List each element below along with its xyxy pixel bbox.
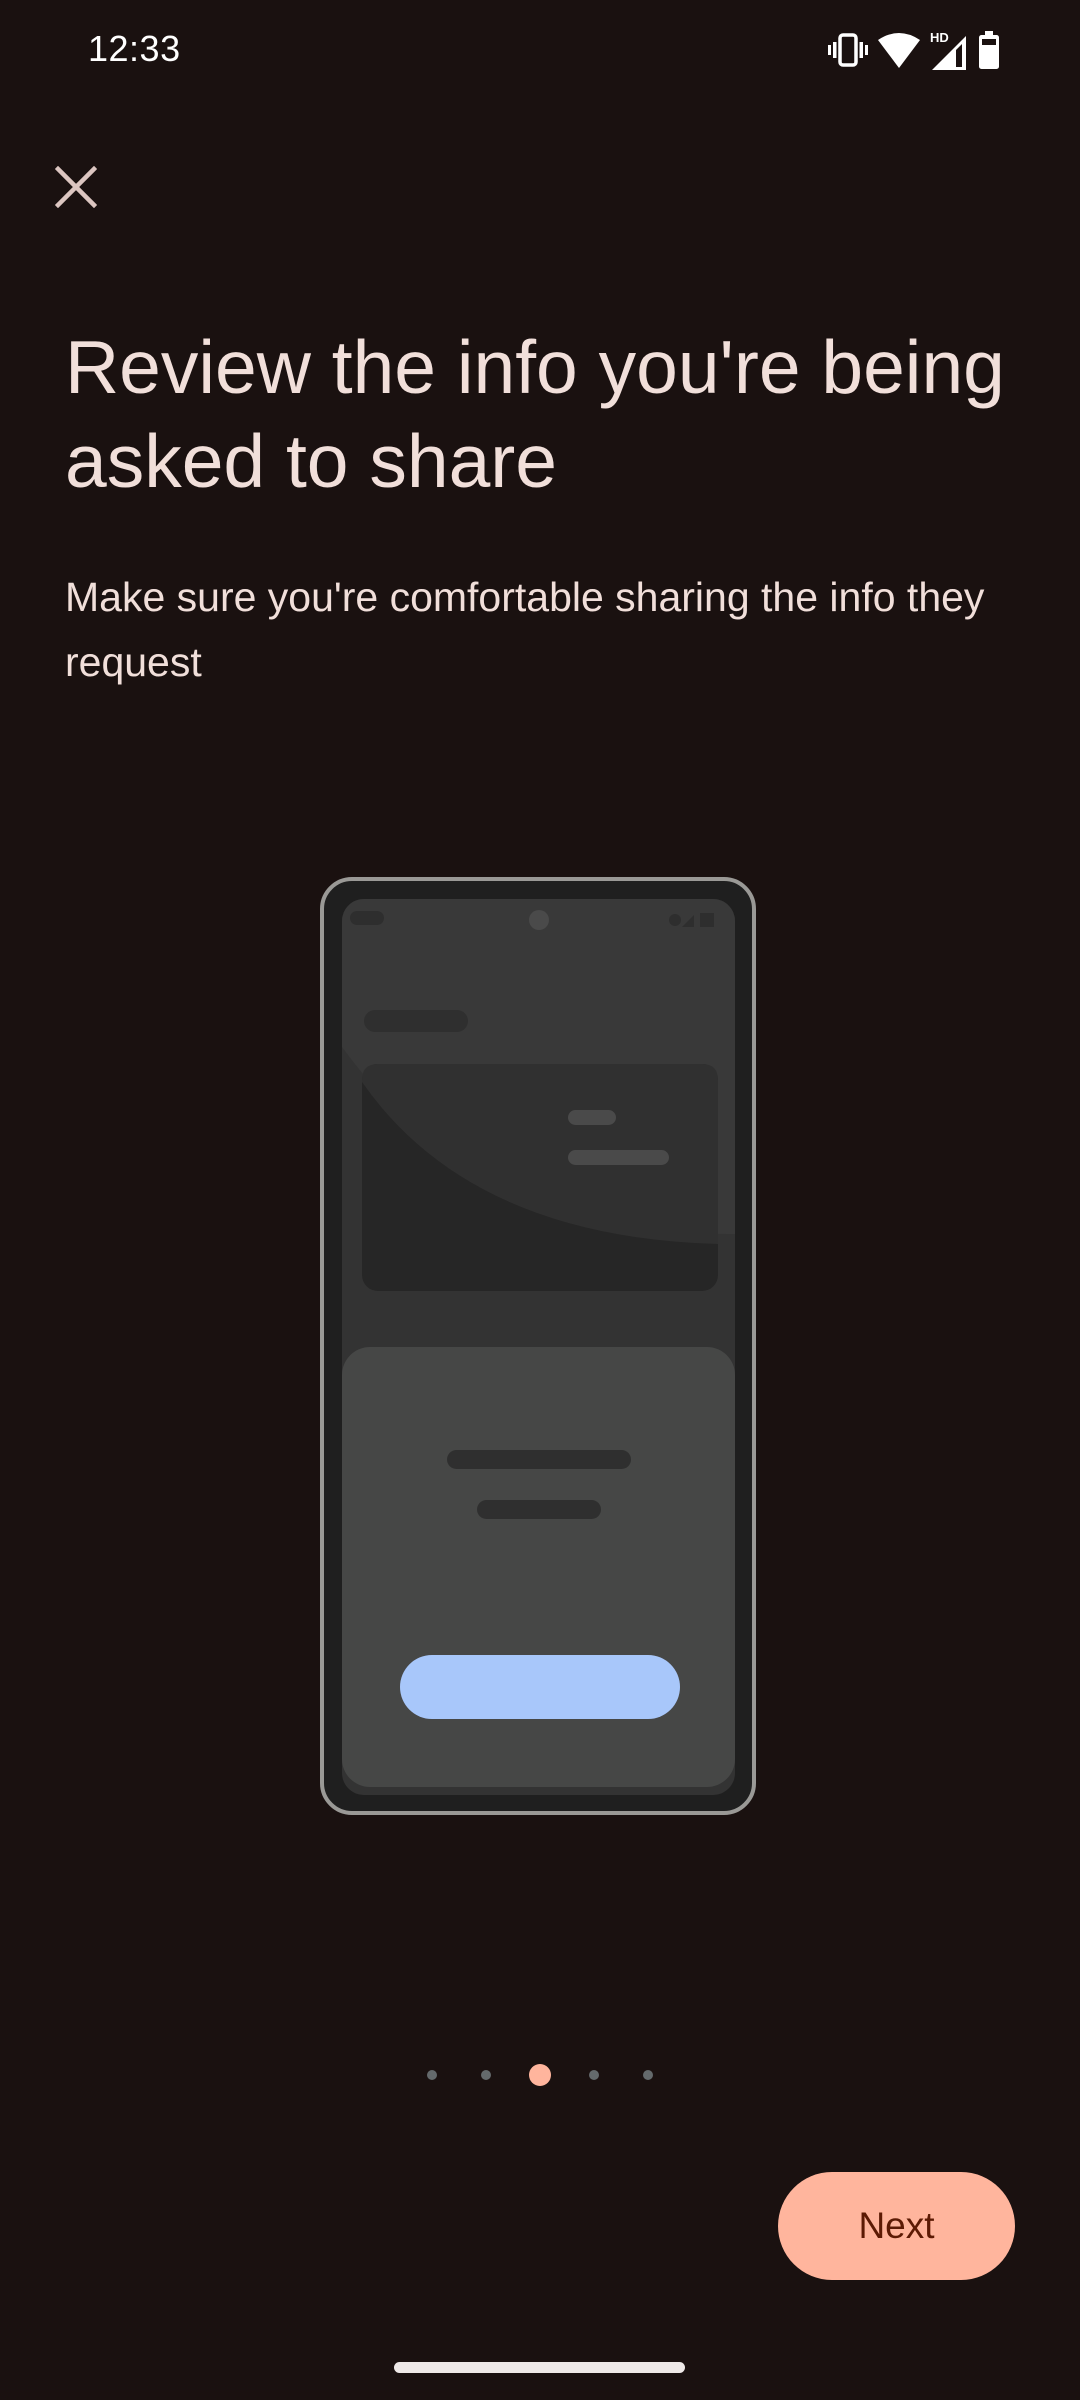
status-bar: 12:33 HD (0, 0, 1080, 100)
page-indicator (0, 2060, 1080, 2090)
hd-signal-icon: HD (930, 30, 968, 70)
illustration-sheet (342, 1347, 735, 1787)
battery-icon (978, 31, 1000, 69)
next-button[interactable]: Next (778, 2172, 1015, 2280)
page-dot[interactable] (589, 2070, 599, 2080)
phone-illustration (320, 877, 760, 1817)
page-title: Review the info you're being asked to sh… (65, 325, 1005, 503)
close-button[interactable] (46, 157, 106, 217)
status-clock: 12:33 (88, 28, 181, 69)
status-icons: HD (828, 30, 1000, 70)
page-subtitle: Make sure you're comfortable sharing the… (65, 574, 985, 685)
page-dot[interactable] (481, 2070, 491, 2080)
illustration-button (400, 1655, 680, 1719)
page-dot[interactable] (427, 2070, 437, 2080)
vibrate-icon (828, 33, 868, 67)
home-indicator[interactable] (394, 2362, 685, 2373)
close-icon (55, 166, 97, 208)
wifi-icon (878, 32, 920, 68)
hd-badge: HD (930, 30, 949, 45)
page-dot-active[interactable] (529, 2064, 551, 2086)
page-dot[interactable] (643, 2070, 653, 2080)
